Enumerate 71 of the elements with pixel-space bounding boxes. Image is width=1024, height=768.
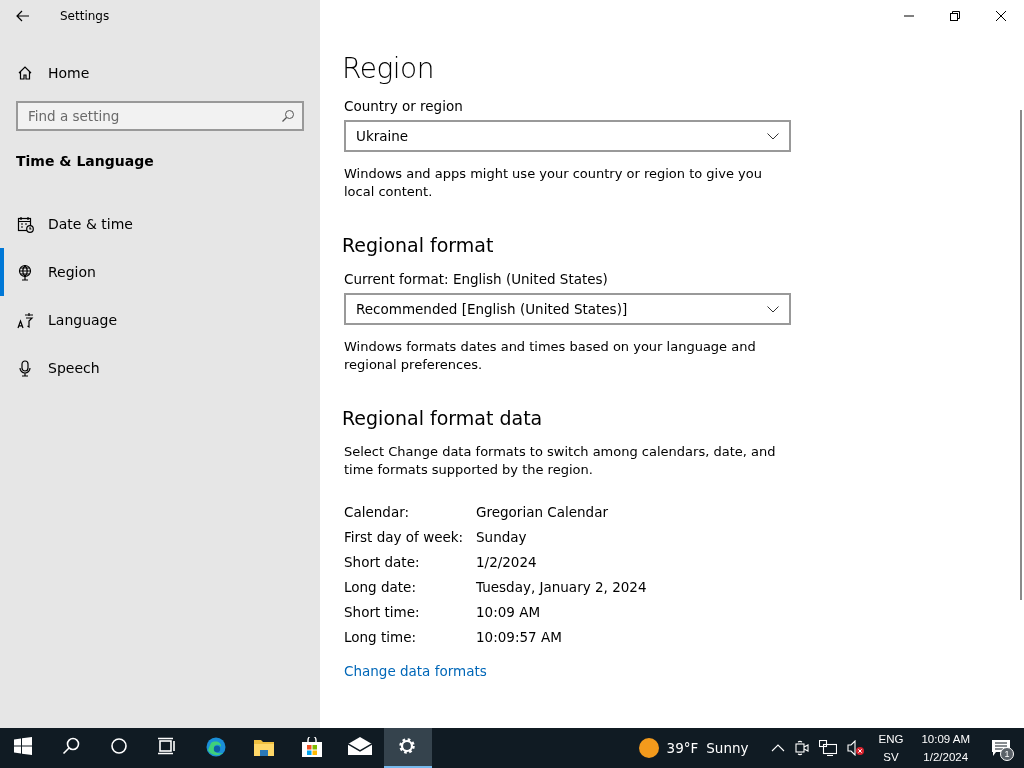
globe-icon (17, 263, 34, 281)
language-icon (17, 311, 34, 329)
language-code: ENG (878, 732, 904, 747)
format-value: Tuesday, January 2, 2024 (476, 578, 647, 597)
description-text: Windows formats dates and times based on your language and regional preferences. (344, 338, 757, 374)
format-label: Long time: (344, 628, 417, 647)
browser-logo-icon (206, 737, 226, 757)
section-heading: Regional format data (342, 407, 544, 429)
chevron-down-icon (767, 305, 779, 313)
microphone-icon (17, 359, 34, 377)
envelope-icon (348, 737, 372, 757)
format-label: First day of week: (344, 528, 465, 547)
home-link[interactable]: Home (17, 56, 90, 90)
windows-logo-icon (14, 737, 34, 757)
clock-time: 10:09 AM (921, 732, 970, 747)
section-heading: Regional format (342, 234, 495, 256)
search-field[interactable]: Find a setting (16, 101, 304, 131)
weather-condition: Sunny (706, 740, 749, 756)
taskbar-button[interactable] (384, 728, 432, 768)
folder-icon (254, 737, 274, 757)
format-value: 10:09:57 AM (476, 628, 563, 647)
home-icon (17, 65, 33, 81)
field-label: Country or region (344, 98, 464, 114)
nav-label: Date & time (48, 216, 133, 232)
notifications-button[interactable]: 1 (978, 728, 1024, 768)
circle-icon (110, 737, 130, 757)
format-value: 10:09 AM (476, 603, 542, 622)
back-arrow-icon (16, 10, 30, 22)
nav-item[interactable]: Language (0, 296, 320, 344)
format-value: Sunday (476, 528, 528, 547)
nav-label: Language (48, 312, 118, 328)
temperature-text: 39°F (666, 740, 699, 756)
search-icon (281, 109, 295, 123)
search-icon (62, 737, 82, 757)
weather-widget[interactable]: 39°F Sunny (638, 738, 753, 758)
description-text: Windows and apps might use your country or region to give you local content. (344, 165, 763, 201)
format-label: Short time: (344, 603, 421, 622)
format-label: Short date: (344, 553, 421, 572)
format-label: Calendar: (344, 503, 410, 522)
task-view-icon (158, 737, 178, 757)
change-formats-link[interactable]: Change data formats (344, 663, 487, 679)
clock-date: 1/2/2024 (923, 750, 969, 765)
description-text: Select Change data formats to switch among calendars, date, and time formats supported by the region. (344, 443, 777, 479)
category-heading: Time & Language (16, 153, 155, 169)
dropdown[interactable]: Ukraine (344, 120, 791, 152)
format-label: Long date: (344, 578, 417, 597)
chevron-down-icon (767, 132, 779, 140)
camera-icon[interactable] (795, 740, 810, 756)
dropdown[interactable]: Recommended [English (United States)] (344, 293, 791, 325)
restore-icon (950, 11, 960, 21)
network-icon[interactable] (819, 740, 838, 756)
sun-icon (638, 738, 659, 758)
page-title: Region (342, 52, 435, 85)
nav-item[interactable]: Date & time (0, 200, 320, 248)
clock[interactable]: 10:09 AM 1/2/2024 (921, 730, 970, 766)
calendar-icon (17, 215, 34, 233)
notification-count: 1 (1000, 747, 1014, 761)
close-icon (996, 11, 1006, 21)
shopping-bag-icon (302, 737, 322, 757)
format-value: Gregorian Calendar (476, 503, 609, 522)
format-value: 1/2/2024 (476, 553, 538, 572)
input-language-indicator[interactable]: ENG SV (878, 730, 904, 766)
gear-icon (398, 737, 418, 757)
window-title: Settings (60, 9, 110, 23)
nav-label: Speech (48, 360, 100, 376)
scrollbar[interactable] (1020, 110, 1022, 600)
nav-label: Region (48, 264, 96, 280)
keyboard-layout: SV (883, 750, 899, 765)
muted-speaker-icon[interactable] (847, 740, 866, 756)
nav-item[interactable]: Speech (0, 344, 320, 392)
field-label: Current format: English (United States) (344, 271, 609, 287)
